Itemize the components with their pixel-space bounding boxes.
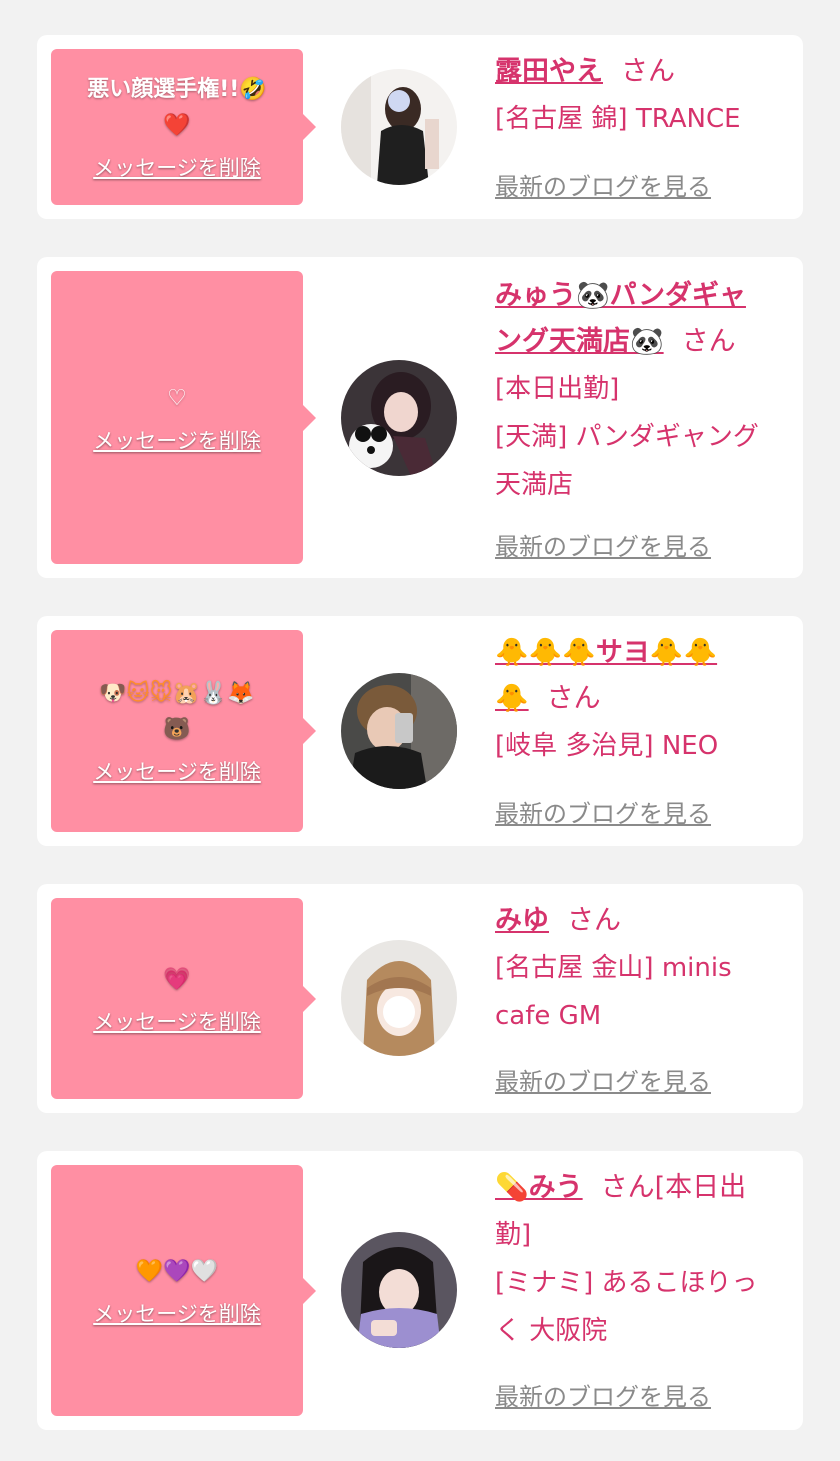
cast-name-link-cont[interactable]: ング天満店🐼: [495, 326, 664, 357]
cast-info: みゆ さん [名古屋 金山] minis cafe GM: [495, 898, 785, 1040]
shop-status: [本日出勤]: [495, 374, 620, 404]
honorific: さん: [621, 56, 675, 87]
avatar[interactable]: [341, 360, 457, 476]
message-text: 🧡💜🤍: [136, 1254, 218, 1290]
latest-blog-link[interactable]: 最新のブログを見る: [495, 527, 711, 562]
cast-info: 🐥🐥🐥サヨ🐥🐥 🐥 さん [岐阜 多治見] NEO: [495, 630, 785, 770]
avatar[interactable]: [341, 1232, 457, 1348]
message-text: 💗: [163, 962, 190, 998]
favorite-card: 🐶🐱🐭🐹🐰🦊 🐻 メッセージを削除 🐥🐥🐥サヨ🐥🐥 🐥 さん [岐阜 多治見] N…: [37, 616, 803, 846]
message-bubble: 🐶🐱🐭🐹🐰🦊 🐻 メッセージを削除: [51, 630, 316, 832]
shop-info: [名古屋 錦] TRANCE: [495, 104, 741, 134]
favorite-card: 悪い顔選手権!!🤣 ❤️ メッセージを削除 露田やえ さん [名古屋 錦] TRA…: [37, 35, 803, 219]
cast-info: 💊みう さん[本日出 勤] [ミナミ] あるこほりっ く 大阪院: [495, 1165, 785, 1355]
shop-info-cont: く 大阪院: [495, 1316, 608, 1346]
delete-message-link[interactable]: メッセージを削除: [93, 756, 261, 786]
message-bubble: ♡ メッセージを削除: [51, 271, 316, 564]
latest-blog-link[interactable]: 最新のブログを見る: [495, 167, 711, 202]
delete-message-link[interactable]: メッセージを削除: [93, 425, 261, 455]
favorite-card: 🧡💜🤍 メッセージを削除 💊みう さん[本日出 勤] [ミナミ] あるこほりっ く…: [37, 1151, 803, 1430]
honorific: さん: [681, 326, 736, 357]
message-bubble: 💗 メッセージを削除: [51, 898, 316, 1099]
honorific: さん: [567, 905, 621, 936]
message-text: 🐶🐱🐭🐹🐰🦊 🐻: [99, 676, 254, 748]
latest-blog-link[interactable]: 最新のブログを見る: [495, 794, 711, 829]
shop-info: [天満] パンダギャング: [495, 422, 759, 452]
cast-name-link[interactable]: 露田やえ: [495, 56, 603, 87]
avatar[interactable]: [341, 69, 457, 185]
cast-name-link[interactable]: みゅう🐼パンダギャ: [495, 280, 746, 311]
message-text: ♡: [167, 381, 187, 417]
bear-icon: 🐻: [163, 717, 191, 742]
shop-info: [ミナミ] あるこほりっ: [495, 1268, 758, 1298]
shop-info-cont: 天満店: [495, 470, 574, 500]
honorific: さん: [546, 683, 601, 714]
honorific-status: さん[本日出: [600, 1172, 747, 1203]
latest-blog-link[interactable]: 最新のブログを見る: [495, 1377, 711, 1412]
cast-name-link[interactable]: 🐥🐥🐥サヨ🐥🐥: [495, 637, 717, 668]
cast-name-link[interactable]: 💊みう: [495, 1172, 583, 1203]
shop-info-cont: cafe GM: [495, 1001, 602, 1031]
heart-outline-icon: ♡: [167, 385, 187, 411]
avatar[interactable]: [341, 673, 457, 789]
delete-message-link[interactable]: メッセージを削除: [93, 1298, 261, 1328]
sparkling-heart-icon: 💗: [163, 966, 191, 992]
favorite-card: ♡ メッセージを削除 みゅう🐼パンダギャ ング天満店🐼 さん [本日出勤] [天満…: [37, 257, 803, 578]
hearts-icons: 🧡💜🤍: [135, 1258, 219, 1284]
avatar[interactable]: [341, 940, 457, 1056]
message-bubble: 🧡💜🤍 メッセージを削除: [51, 1165, 316, 1416]
shop-info: [岐阜 多治見] NEO: [495, 731, 719, 761]
shop-status-cont: 勤]: [495, 1220, 532, 1250]
latest-blog-link[interactable]: 最新のブログを見る: [495, 1062, 711, 1097]
shop-info: [名古屋 金山] minis: [495, 953, 732, 983]
delete-message-link[interactable]: メッセージを削除: [93, 1006, 261, 1036]
cast-info: みゅう🐼パンダギャ ング天満店🐼 さん [本日出勤] [天満] パンダギャング 天…: [495, 273, 785, 509]
message-text: 悪い顔選手権!!🤣 ❤️: [87, 77, 267, 138]
cast-info: 露田やえ さん [名古屋 錦] TRANCE: [495, 49, 785, 143]
message-bubble: 悪い顔選手権!!🤣 ❤️ メッセージを削除: [51, 49, 316, 205]
cast-name-link[interactable]: みゆ: [495, 905, 549, 936]
heart-icon: ❤️: [163, 113, 191, 138]
favorite-card: 💗 メッセージを削除 みゆ さん [名古屋 金山] minis cafe GM 最…: [37, 884, 803, 1113]
cast-name-link-cont[interactable]: 🐥: [495, 683, 529, 714]
delete-message-link[interactable]: メッセージを削除: [93, 152, 261, 182]
animal-emoji-icons: 🐶🐱🐭🐹🐰🦊: [99, 681, 255, 706]
